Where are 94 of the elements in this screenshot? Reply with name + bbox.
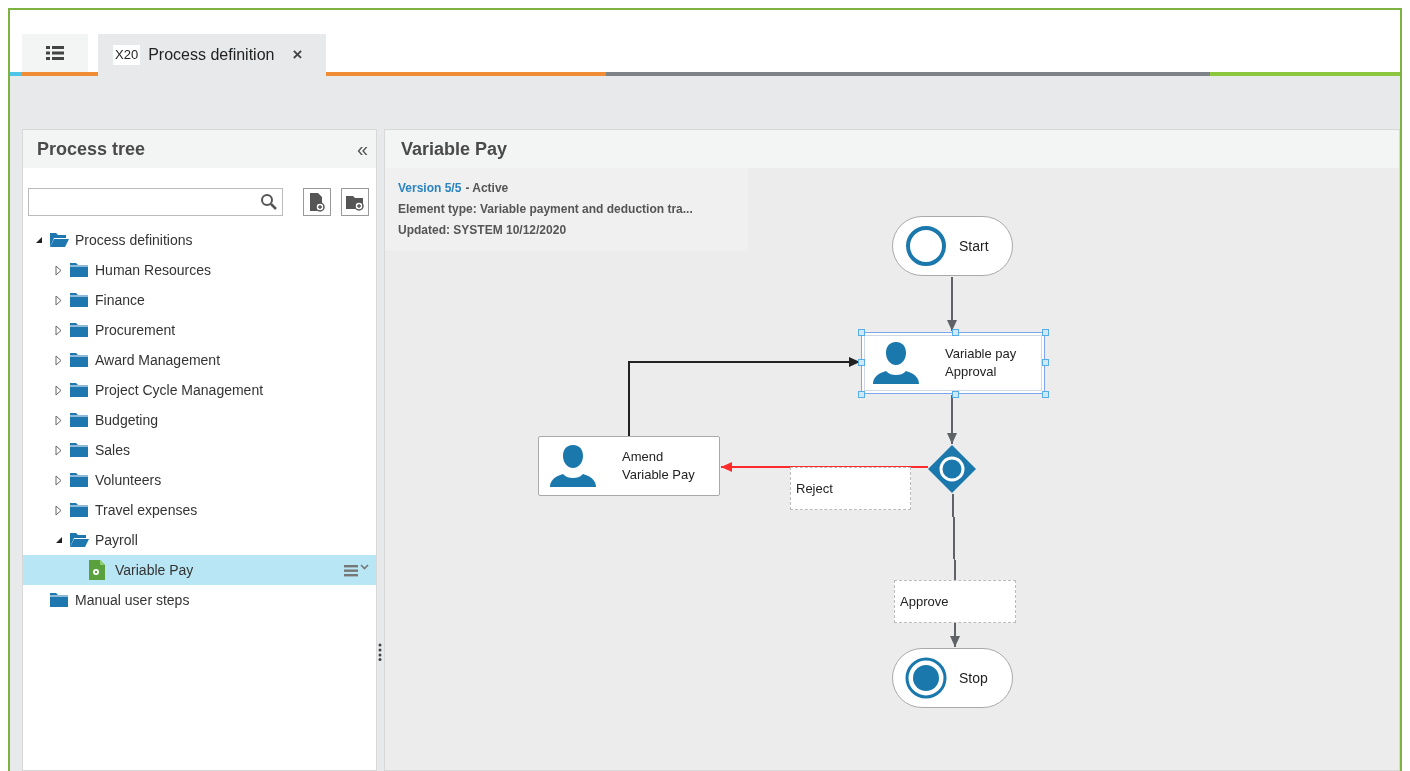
folder-icon (49, 592, 69, 608)
tree-item[interactable]: Award Management (23, 345, 376, 375)
panel-title: Variable Pay (401, 137, 508, 161)
panel-title: Process tree (37, 137, 146, 161)
open-folder-icon (49, 232, 69, 248)
tree-item[interactable]: Budgeting (23, 405, 376, 435)
tree-label: Project Cycle Management (95, 380, 265, 400)
collapsed-arrow-icon (55, 504, 62, 516)
connector-label: Reject (790, 467, 911, 510)
collapsed-arrow-icon (55, 414, 62, 426)
process-file-icon (89, 560, 105, 580)
stop-event[interactable]: Stop (892, 648, 1013, 708)
resize-handle[interactable] (858, 391, 865, 398)
collapsed-arrow-icon (55, 354, 62, 366)
element-type-text: Element type: Variable payment and deduction tra... (398, 201, 694, 218)
folder-icon (69, 292, 89, 308)
collapse-button[interactable]: « (356, 139, 368, 159)
gateway-diamond[interactable] (928, 445, 976, 493)
tree-label: Budgeting (95, 410, 160, 430)
folder-icon (69, 352, 89, 368)
tree-label: Volunteers (95, 470, 163, 490)
event-label: Stop (959, 668, 988, 688)
tree-label: Travel expenses (95, 500, 199, 520)
start-event[interactable]: Start (892, 216, 1013, 276)
folder-icon (69, 412, 89, 428)
row-menu-button[interactable] (344, 563, 370, 577)
collapsed-arrow-icon (55, 474, 62, 486)
tree-label: Human Resources (95, 260, 212, 280)
collapsed-arrow-icon (55, 264, 62, 276)
folder-icon (69, 442, 89, 458)
tree-item[interactable]: Volunteers (23, 465, 376, 495)
folder-icon (69, 322, 89, 338)
resize-handle[interactable] (952, 391, 959, 398)
tree-label: Procurement (95, 320, 177, 340)
tree-label: Award Management (95, 350, 222, 370)
document-tab[interactable]: X20 Process definition × (98, 34, 326, 76)
resize-handle[interactable] (858, 359, 865, 366)
person-icon (550, 445, 596, 487)
tree-item[interactable]: Project Cycle Management (23, 375, 376, 405)
open-folder-icon (69, 532, 89, 548)
tree-item[interactable]: Payroll (23, 525, 376, 555)
new-folder-button[interactable] (341, 188, 369, 216)
tree-item[interactable]: Variable Pay (23, 555, 376, 585)
tree-label: Variable Pay (115, 560, 195, 580)
tab-label: Process definition (148, 45, 275, 65)
task-node[interactable]: Amend Variable Pay (538, 436, 720, 496)
tab-code: X20 (113, 45, 141, 65)
tree-label: Payroll (95, 530, 139, 550)
folder-icon (69, 382, 89, 398)
search-field[interactable] (28, 188, 283, 216)
folder-icon (69, 502, 89, 518)
close-button[interactable]: × (292, 42, 303, 68)
folder-icon (69, 262, 89, 278)
task-label: Amend Variable Pay (622, 448, 696, 484)
tree-label: Finance (95, 290, 146, 310)
collapsed-arrow-icon (55, 324, 62, 336)
folder-icon (69, 472, 89, 488)
collapsed-arrow-icon (55, 444, 62, 456)
tree-item[interactable]: Procurement (23, 315, 376, 345)
resize-handle[interactable] (1042, 391, 1049, 398)
task-label: Variable pay Approval (945, 345, 1018, 381)
resize-handle[interactable] (952, 329, 959, 336)
resize-handle[interactable] (1042, 359, 1049, 366)
tree-item[interactable]: Human Resources (23, 255, 376, 285)
tree-label: Manual user steps (75, 590, 191, 610)
filled-ring-icon (905, 657, 947, 699)
new-process-button[interactable] (303, 188, 331, 216)
tree-item[interactable]: Finance (23, 285, 376, 315)
tree-item[interactable]: Sales (23, 435, 376, 465)
menu-icon (344, 563, 370, 577)
search-icon (260, 193, 278, 211)
resize-handle-icon (378, 643, 382, 661)
ring-icon (905, 225, 947, 267)
tree-item[interactable]: Manual user steps (23, 585, 376, 615)
status-text: - Active (465, 180, 509, 197)
tree-label: Sales (95, 440, 132, 460)
tree-item[interactable]: Travel expenses (23, 495, 376, 525)
expanded-arrow-icon (35, 236, 43, 244)
updated-text: Updated: SYSTEM 10/12/2020 (398, 222, 568, 239)
collapsed-arrow-icon (55, 384, 62, 396)
event-label: Start (959, 236, 989, 256)
collapsed-arrow-icon (55, 294, 62, 306)
expanded-arrow-icon (55, 536, 63, 544)
version-link[interactable]: Version 5/5 (398, 179, 462, 197)
list-icon (46, 45, 64, 61)
resize-handle[interactable] (1042, 329, 1049, 336)
connector-label: Approve (894, 580, 1016, 623)
document-plus-icon (308, 192, 326, 212)
person-icon (873, 342, 919, 384)
menu-tab[interactable] (22, 34, 88, 72)
folder-plus-icon (345, 193, 365, 211)
resize-handle[interactable] (858, 329, 865, 336)
tree-label: Process definitions (75, 230, 194, 250)
tree-item[interactable]: Process definitions (23, 225, 376, 255)
